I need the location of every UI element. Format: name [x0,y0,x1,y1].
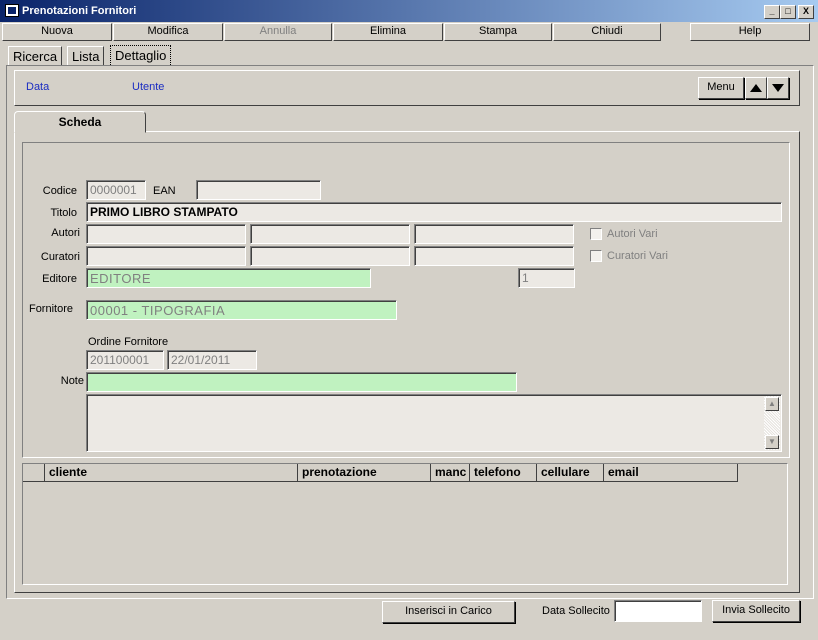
titolo-label: Titolo [50,207,78,219]
utente-label: Utente [132,81,165,93]
curatori-field-2[interactable] [250,246,410,266]
grid-header-prenotazione[interactable]: prenotazione [298,464,431,482]
ordine-number-field[interactable]: 201100001 [86,350,164,370]
memo-scrollbar[interactable]: ▲ ▼ [764,396,780,450]
curatori-vari-label: Curatori Vari [607,250,668,262]
curatori-vari-checkbox[interactable] [590,250,602,262]
grid-header-telefono[interactable]: telefono [470,464,537,482]
note-label: Note [60,375,84,387]
grid-row-indicator-header [23,464,45,482]
titolo-field[interactable]: PRIMO LIBRO STAMPATO [86,202,782,222]
chiudi-button[interactable]: Chiudi [553,23,661,41]
inserisci-in-carico-button[interactable]: Inserisci in Carico [382,601,515,623]
close-button[interactable]: X [798,5,814,19]
autori-field-1[interactable] [86,224,246,244]
data-sollecito-label: Data Sollecito [542,605,610,617]
editore-number-field[interactable]: 1 [518,268,575,288]
scroll-down-arrow[interactable]: ▼ [765,435,779,449]
editore-label: Editore [42,273,77,285]
info-strip: Data Utente Menu [14,70,800,106]
grid-header-cellulare[interactable]: cellulare [537,464,604,482]
menu-button[interactable]: Menu [698,77,744,99]
stampa-button[interactable]: Stampa [444,23,552,41]
autori-label: Autori [51,227,80,239]
invia-sollecito-button[interactable]: Invia Sollecito [712,600,800,622]
codice-label: Codice [42,185,77,197]
autori-field-2[interactable] [250,224,410,244]
nuova-button[interactable]: Nuova [2,23,112,41]
arrow-down-icon [772,84,784,92]
ordine-date-field[interactable]: 22/01/2011 [167,350,257,370]
ean-label: EAN [153,185,176,197]
tab-scheda[interactable]: Scheda [14,111,146,133]
data-label: Data [26,81,50,93]
app-icon [5,4,19,17]
maximize-button[interactable]: □ [780,5,796,19]
curatori-field-1[interactable] [86,246,246,266]
arrow-up-icon [750,84,762,92]
codice-field[interactable]: 0000001 [86,180,146,200]
autori-vari-label: Autori Vari [607,228,658,240]
memo-textarea[interactable]: ▲ ▼ [86,394,782,452]
grid-header-email[interactable]: email [604,464,738,482]
tab-lista[interactable]: Lista [67,46,105,66]
editore-field[interactable]: EDITORE [86,268,371,288]
annulla-button[interactable]: Annulla [224,23,332,41]
curatori-field-3[interactable] [414,246,574,266]
fornitore-label: Fornitore [28,303,73,315]
autori-field-3[interactable] [414,224,574,244]
elimina-button[interactable]: Elimina [333,23,443,41]
down-arrow-button[interactable] [767,77,789,99]
window-title: Prenotazioni Fornitori [22,5,137,17]
ean-field[interactable] [196,180,321,200]
curatori-label: Curatori [40,251,80,263]
grid-header-cliente[interactable]: cliente [45,464,298,482]
tab-ricerca[interactable]: Ricerca [8,46,63,66]
note-field[interactable] [86,372,517,392]
help-button[interactable]: Help [690,23,810,41]
fornitore-field[interactable]: 00001 - TIPOGRAFIA [86,300,397,320]
minimize-button[interactable]: _ [764,5,780,19]
modifica-button[interactable]: Modifica [113,23,223,41]
autori-vari-checkbox[interactable] [590,228,602,240]
title-bar[interactable]: Prenotazioni Fornitori _ □ X [0,0,818,22]
tab-dettaglio[interactable]: Dettaglio [110,45,172,65]
up-arrow-button[interactable] [745,77,767,99]
grid-header-manc[interactable]: manc [431,464,470,482]
ordine-fornitore-label: Ordine Fornitore [88,336,169,348]
data-sollecito-field[interactable] [614,600,702,622]
prenotazioni-grid[interactable]: cliente prenotazione manc telefono cellu… [22,463,788,585]
scroll-up-arrow[interactable]: ▲ [765,397,779,411]
